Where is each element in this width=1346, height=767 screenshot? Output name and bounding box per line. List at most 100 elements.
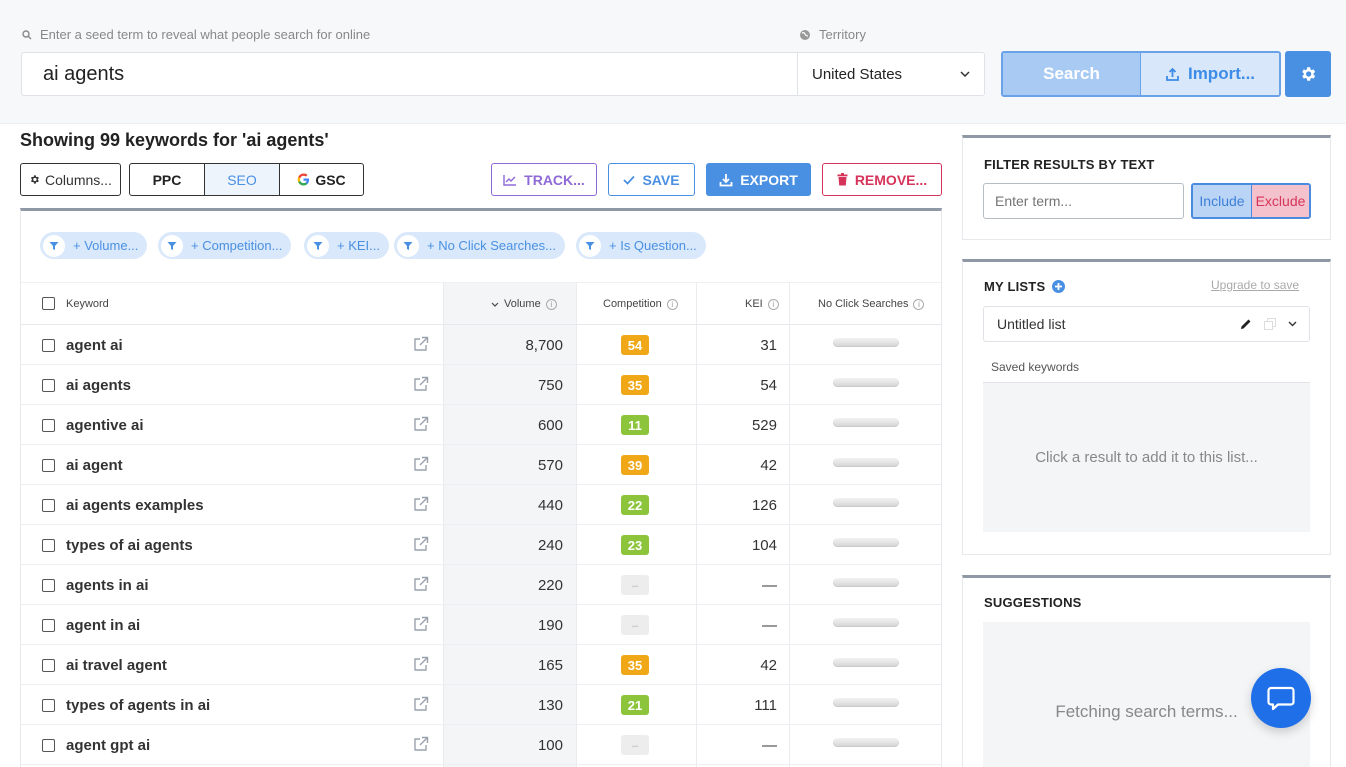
pencil-icon[interactable] xyxy=(1240,318,1252,330)
row-checkbox[interactable] xyxy=(42,379,55,392)
save-button[interactable]: SAVE xyxy=(608,163,695,196)
check-icon xyxy=(623,175,636,185)
track-button[interactable]: TRACK... xyxy=(491,163,597,196)
volume-cell: 165 xyxy=(537,656,563,674)
row-checkbox[interactable] xyxy=(42,499,55,512)
filter-chip-volume[interactable]: + Volume... xyxy=(40,232,148,259)
filter-icon xyxy=(307,234,329,257)
table-body: agent ai 8,700 54 31 ai agents 750 35 54 agentiv… xyxy=(21,325,941,765)
copy-icon[interactable] xyxy=(1264,318,1276,330)
exclude-button[interactable]: Exclude xyxy=(1252,185,1309,217)
filter-chip-label: + No Click Searches... xyxy=(427,238,556,253)
suggestions-loading-text: Fetching search terms... xyxy=(1055,702,1238,721)
row-checkbox[interactable] xyxy=(42,699,55,712)
filter-chip-kei[interactable]: + KEI... xyxy=(304,232,389,259)
row-checkbox[interactable] xyxy=(42,339,55,352)
keyword-cell[interactable]: ai agents examples xyxy=(66,485,204,525)
export-button[interactable]: EXPORT xyxy=(706,163,811,196)
territory-select[interactable]: United States xyxy=(797,53,984,95)
select-all-checkbox[interactable] xyxy=(42,297,55,310)
filter-chip-no-click[interactable]: + No Click Searches... xyxy=(394,232,565,259)
row-checkbox[interactable] xyxy=(42,579,55,592)
table-row[interactable]: agent gpt ai 100 – — xyxy=(21,725,941,765)
row-checkbox[interactable] xyxy=(42,539,55,552)
keyword-cell[interactable]: ai agent xyxy=(66,445,123,485)
keyword-cell[interactable]: agents in ai xyxy=(66,565,149,605)
external-link-icon[interactable] xyxy=(413,376,429,392)
table-row[interactable]: types of ai agents 240 23 104 xyxy=(21,525,941,565)
header-no-click-searches[interactable]: No Click Searches i xyxy=(818,283,925,325)
row-checkbox[interactable] xyxy=(42,619,55,632)
tab-gsc[interactable]: GSC xyxy=(280,164,363,195)
keyword-cell[interactable]: types of agents in ai xyxy=(66,685,210,725)
header-competition[interactable]: Competition i xyxy=(603,283,678,325)
info-icon[interactable]: i xyxy=(666,298,678,310)
external-link-icon[interactable] xyxy=(413,736,429,752)
import-button[interactable]: Import... xyxy=(1141,53,1279,95)
keyword-cell[interactable]: agent ai xyxy=(66,325,123,365)
row-checkbox[interactable] xyxy=(42,659,55,672)
globe-icon xyxy=(800,29,810,40)
info-icon[interactable]: i xyxy=(545,298,557,310)
tab-seo[interactable]: SEO xyxy=(205,164,280,195)
no-click-searches-bar xyxy=(833,418,899,427)
row-checkbox[interactable] xyxy=(42,419,55,432)
info-icon[interactable]: i xyxy=(767,298,779,310)
external-link-icon[interactable] xyxy=(413,616,429,632)
keyword-cell[interactable]: agentive ai xyxy=(66,405,144,445)
table-row[interactable]: ai travel agent 165 35 42 xyxy=(21,645,941,685)
save-button-label: SAVE xyxy=(642,171,680,188)
header-volume[interactable]: Volume i xyxy=(491,283,557,325)
external-link-icon[interactable] xyxy=(413,536,429,552)
external-link-icon[interactable] xyxy=(413,576,429,592)
competition-badge: 11 xyxy=(621,415,649,435)
header-kei[interactable]: KEI i xyxy=(745,283,779,325)
seed-term-input[interactable] xyxy=(22,53,797,95)
upgrade-link[interactable]: Upgrade to save xyxy=(1211,278,1299,292)
table-row[interactable]: ai agent 570 39 42 xyxy=(21,445,941,485)
volume-cell: 100 xyxy=(537,736,563,754)
external-link-icon[interactable] xyxy=(413,496,429,512)
table-row[interactable]: ai agents 750 35 54 xyxy=(21,365,941,405)
info-icon[interactable]: i xyxy=(913,298,925,310)
tab-ppc[interactable]: PPC xyxy=(130,164,205,195)
no-click-searches-bar xyxy=(833,578,899,587)
external-link-icon[interactable] xyxy=(413,456,429,472)
external-link-icon[interactable] xyxy=(413,656,429,672)
external-link-icon[interactable] xyxy=(413,696,429,712)
filter-chip-competition[interactable]: + Competition... xyxy=(158,232,292,259)
results-title: Showing 99 keywords for 'ai agents' xyxy=(20,130,329,150)
external-link-icon[interactable] xyxy=(413,336,429,352)
filter-chip-is-question[interactable]: + Is Question... xyxy=(576,232,706,259)
competition-badge: 35 xyxy=(621,375,649,395)
row-checkbox[interactable] xyxy=(42,459,55,472)
download-icon xyxy=(719,173,733,186)
header-keyword[interactable]: Keyword xyxy=(66,283,109,325)
external-link-icon[interactable] xyxy=(413,416,429,432)
table-row[interactable]: agentive ai 600 11 529 xyxy=(21,405,941,445)
remove-button[interactable]: REMOVE... xyxy=(822,163,942,196)
table-row[interactable]: agent in ai 190 – — xyxy=(21,605,941,645)
list-select[interactable]: Untitled list xyxy=(983,306,1310,342)
competition-badge: – xyxy=(621,615,649,635)
table-row[interactable]: ai agents examples 440 22 126 xyxy=(21,485,941,525)
no-click-searches-bar xyxy=(833,658,899,667)
kei-cell: 54 xyxy=(760,376,777,394)
columns-button[interactable]: Columns... xyxy=(20,163,121,196)
keyword-cell[interactable]: ai agents xyxy=(66,365,131,405)
keyword-cell[interactable]: types of ai agents xyxy=(66,525,193,565)
keyword-cell[interactable]: ai travel agent xyxy=(66,645,167,685)
table-row[interactable]: agents in ai 220 – — xyxy=(21,565,941,605)
settings-button[interactable] xyxy=(1285,51,1331,97)
search-button[interactable]: Search xyxy=(1003,53,1141,95)
keyword-cell[interactable]: agent gpt ai xyxy=(66,725,150,765)
include-button[interactable]: Include xyxy=(1193,185,1252,217)
filter-chip-label: + Competition... xyxy=(191,238,283,253)
filter-term-input[interactable] xyxy=(983,183,1184,219)
row-checkbox[interactable] xyxy=(42,739,55,752)
help-chat-button[interactable] xyxy=(1251,668,1311,728)
table-row[interactable]: agent ai 8,700 54 31 xyxy=(21,325,941,365)
add-list-icon[interactable] xyxy=(1052,280,1066,293)
keyword-cell[interactable]: agent in ai xyxy=(66,605,140,645)
table-row[interactable]: types of agents in ai 130 21 111 xyxy=(21,685,941,725)
